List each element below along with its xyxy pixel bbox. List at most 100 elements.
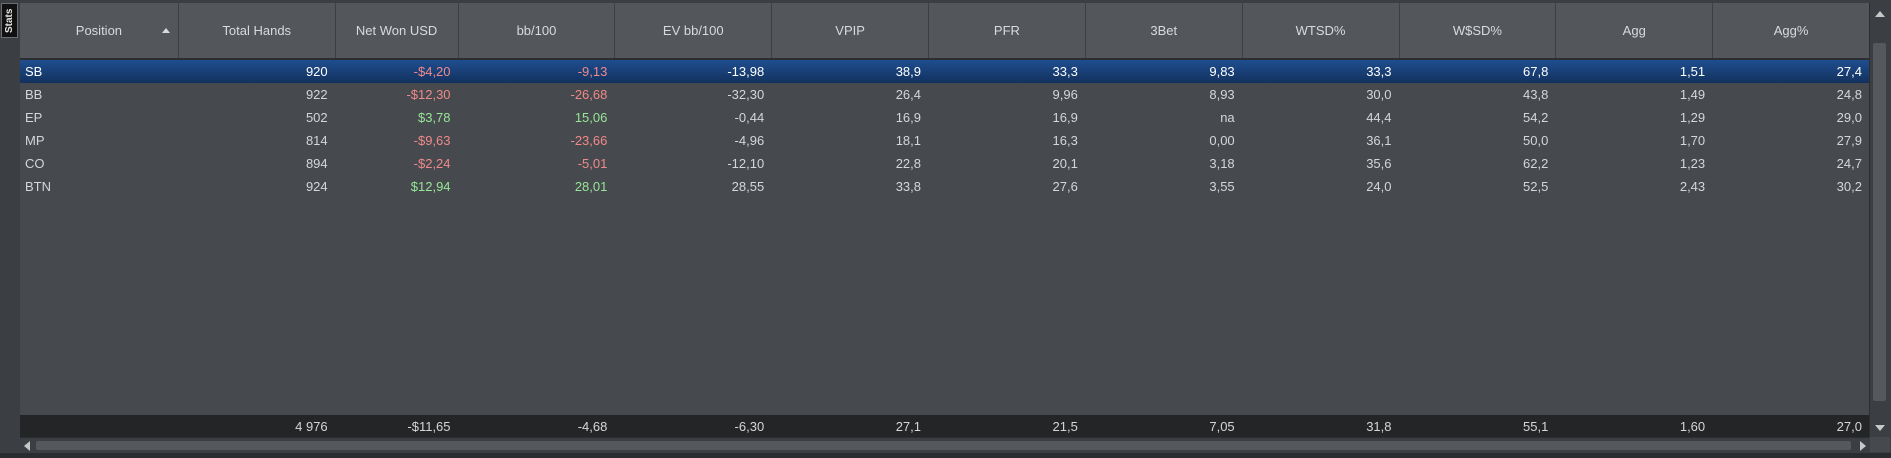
cell-agg: 1,51: [1679, 64, 1706, 79]
stats-grid: Position Total Hands Net Won USD bb/100 EV b…: [20, 3, 1890, 452]
cell-wtsd: 30,0: [1366, 87, 1392, 102]
total-agg-pct: 27,0: [1836, 418, 1862, 434]
column-header-label: PFR: [993, 23, 1020, 38]
table-row[interactable]: EP 502 $3,78 15,06 -0,44 16,9 16,9 na 44,4 54,2 1,…: [20, 106, 1870, 129]
window-bottom-border: [0, 453, 1891, 458]
cell-net-won-usd: $3,78: [417, 110, 451, 125]
cell-position: MP: [25, 133, 45, 148]
cell-bb100: -9,13: [577, 64, 608, 79]
cell-3bet: 9,83: [1209, 64, 1235, 79]
horizontal-scrollbar[interactable]: [20, 437, 1870, 452]
column-header-label: Net Won USD: [355, 23, 438, 38]
table-row[interactable]: BB 922 -$12,30 -26,68 -32,30 26,4 9,96 8,93 30,0…: [20, 83, 1870, 106]
cell-vpip: 22,8: [895, 156, 922, 171]
column-header-bb100[interactable]: bb/100: [459, 3, 616, 58]
table-row[interactable]: CO 894 -$2,24 -5,01 -12,10 22,8 20,1 3,18 35,6 62…: [20, 152, 1870, 175]
column-header-agg[interactable]: Agg: [1556, 3, 1714, 58]
stats-side-tab[interactable]: Stats: [1, 3, 18, 38]
cell-wsd: 43,8: [1523, 87, 1549, 102]
total-vpip: 27,1: [895, 418, 922, 434]
cell-3bet: 8,93: [1209, 87, 1235, 102]
cell-3bet: 3,55: [1209, 179, 1235, 194]
cell-wtsd: 33,3: [1366, 64, 1392, 79]
column-header-label: W$SD%: [1452, 23, 1502, 38]
cell-ev-bb100: 28,55: [731, 179, 765, 194]
cell-agg-pct: 29,0: [1836, 110, 1862, 125]
cell-pfr: 33,3: [1052, 64, 1078, 79]
column-header-wtsd[interactable]: WTSD%: [1243, 3, 1400, 58]
totals-row: 4 976 -$11,65 -4,68 -6,30 27,1 21,5 7,05 31,8 55…: [20, 415, 1870, 437]
column-header-ev-bb100[interactable]: EV bb/100: [615, 3, 773, 58]
cell-total-hands: 920: [305, 64, 328, 79]
cell-agg: 1,29: [1679, 110, 1706, 125]
total-bb100: -4,68: [577, 418, 608, 434]
cell-wsd: 62,2: [1523, 156, 1549, 171]
cell-ev-bb100: -0,44: [734, 110, 765, 125]
cell-position: EP: [25, 110, 43, 125]
cell-bb100: 15,06: [574, 110, 608, 125]
cell-bb100: 28,01: [574, 179, 608, 194]
cell-total-hands: 922: [305, 87, 328, 102]
cell-agg-pct: 24,8: [1836, 87, 1862, 102]
column-header-wsd[interactable]: W$SD%: [1400, 3, 1557, 58]
scroll-down-arrow-icon[interactable]: [1875, 425, 1885, 431]
column-header-label: bb/100: [516, 23, 557, 38]
cell-agg: 1,70: [1679, 133, 1706, 148]
column-header-pfr[interactable]: PFR: [929, 3, 1086, 58]
cell-wsd: 50,0: [1523, 133, 1549, 148]
column-header-vpip[interactable]: VPIP: [772, 3, 930, 58]
cell-position: CO: [25, 156, 45, 171]
horizontal-scroll-thumb[interactable]: [36, 441, 1851, 450]
cell-ev-bb100: -12,10: [727, 156, 765, 171]
cell-wtsd: 35,6: [1366, 156, 1392, 171]
column-header-label: Position: [75, 23, 123, 38]
total-wsd: 55,1: [1523, 418, 1549, 434]
cell-agg-pct: 27,4: [1836, 64, 1862, 79]
stats-window: Stats Position Total Hands Net Won USD bb/1…: [0, 0, 1891, 458]
column-header-label: WTSD%: [1295, 23, 1346, 38]
cell-total-hands: 502: [305, 110, 328, 125]
cell-3bet: na: [1220, 110, 1235, 125]
cell-wtsd: 44,4: [1366, 110, 1392, 125]
vertical-scrollbar[interactable]: [1869, 3, 1890, 437]
table-row[interactable]: MP 814 -$9,63 -23,66 -4,96 18,1 16,3 0,00 36,1 50…: [20, 129, 1870, 152]
cell-net-won-usd: $12,94: [410, 179, 451, 194]
table-body: SB 920 -$4,20 -9,13 -13,98 38,9 33,3 9,83 33,3 67…: [20, 60, 1870, 198]
cell-agg-pct: 24,7: [1836, 156, 1862, 171]
cell-total-hands: 894: [305, 156, 328, 171]
column-header-agg-pct[interactable]: Agg%: [1713, 3, 1870, 58]
vertical-scroll-thumb[interactable]: [1873, 43, 1886, 401]
column-header-3bet[interactable]: 3Bet: [1086, 3, 1243, 58]
table-row[interactable]: BTN 924 $12,94 28,01 28,55 33,8 27,6 3,55 24,0 52…: [20, 175, 1870, 198]
cell-pfr: 20,1: [1052, 156, 1078, 171]
cell-net-won-usd: -$2,24: [413, 156, 451, 171]
column-header-label: EV bb/100: [662, 23, 724, 38]
column-header-label: Total Hands: [222, 23, 292, 38]
column-header-label: 3Bet: [1150, 23, 1178, 38]
column-header-position[interactable]: Position: [20, 3, 179, 58]
scroll-right-arrow-icon[interactable]: [1860, 441, 1866, 451]
cell-wtsd: 36,1: [1366, 133, 1392, 148]
cell-vpip: 18,1: [895, 133, 922, 148]
table-row[interactable]: SB 920 -$4,20 -9,13 -13,98 38,9 33,3 9,83 33,3 67…: [20, 60, 1870, 83]
cell-pfr: 16,3: [1052, 133, 1078, 148]
column-header-label: Agg%: [1773, 23, 1809, 38]
cell-wsd: 67,8: [1523, 64, 1549, 79]
scroll-up-arrow-icon[interactable]: [1875, 11, 1885, 17]
total-net-won-usd: -$11,65: [407, 418, 451, 434]
total-total-hands: 4 976: [295, 418, 328, 434]
column-header-label: Agg: [1622, 23, 1646, 38]
scroll-left-arrow-icon[interactable]: [24, 441, 30, 451]
cell-ev-bb100: -32,30: [727, 87, 765, 102]
cell-3bet: 3,18: [1209, 156, 1235, 171]
total-3bet: 7,05: [1209, 418, 1235, 434]
total-agg: 1,60: [1679, 418, 1706, 434]
column-header-row: Position Total Hands Net Won USD bb/100 EV b…: [20, 3, 1870, 60]
cell-pfr: 27,6: [1052, 179, 1078, 194]
sort-ascending-icon: [161, 28, 170, 33]
cell-position: BB: [25, 87, 43, 102]
cell-ev-bb100: -4,96: [734, 133, 765, 148]
total-wtsd: 31,8: [1366, 418, 1392, 434]
column-header-net-won-usd[interactable]: Net Won USD: [336, 3, 459, 58]
column-header-total-hands[interactable]: Total Hands: [179, 3, 336, 58]
